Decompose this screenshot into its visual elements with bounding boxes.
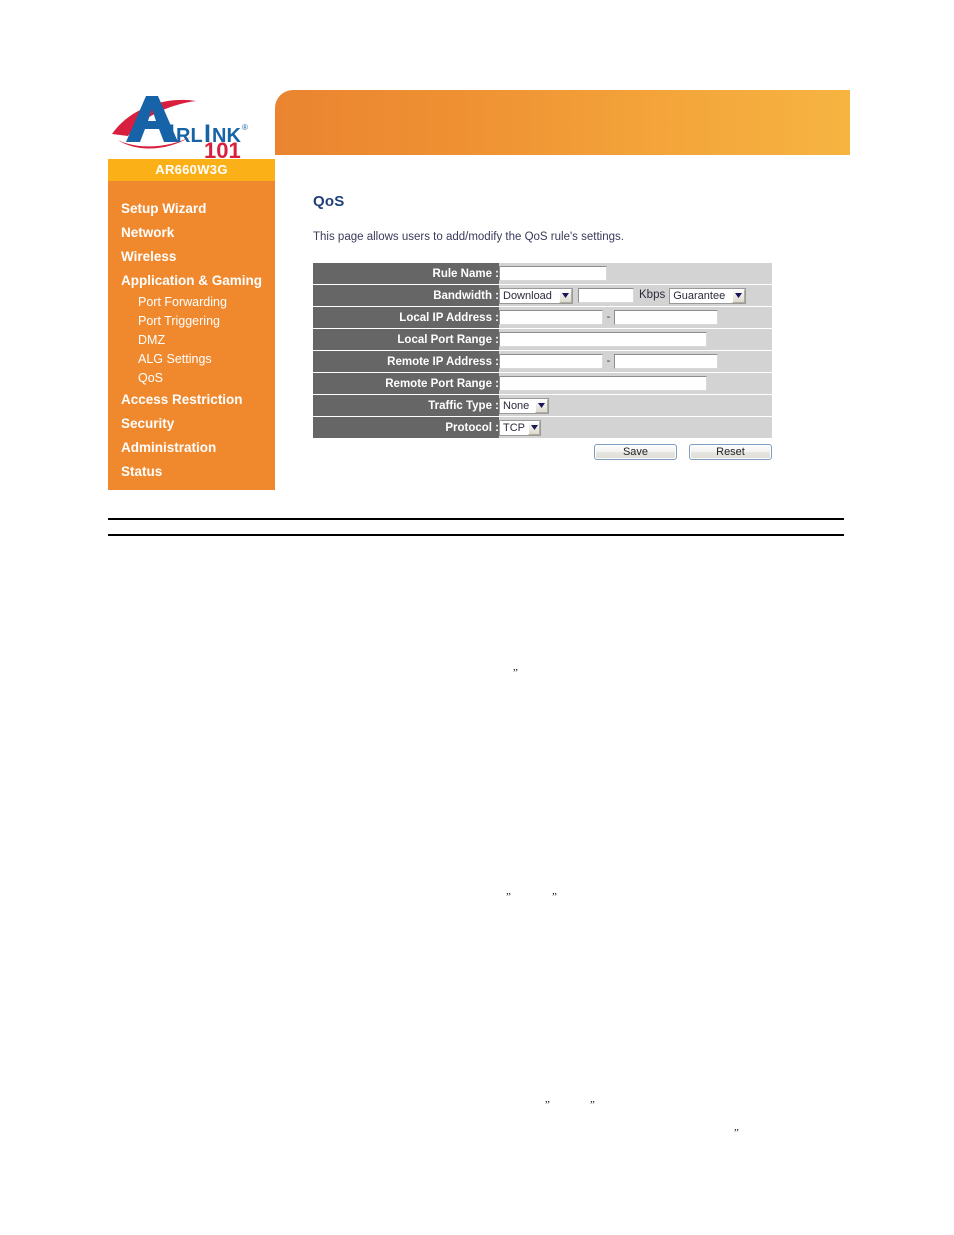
value-bandwidth: Download Kbps Guarantee bbox=[499, 284, 772, 307]
value-protocol: TCP bbox=[499, 416, 772, 439]
table-row-remote-port-range: Remote Port Range : bbox=[313, 372, 772, 395]
table-row-bandwidth: Bandwidth : Download Kbps Guarantee bbox=[313, 284, 772, 307]
sidebar: AR660W3G Setup Wizard Network Wireless A… bbox=[108, 159, 275, 490]
stray-quote-glyph: ” bbox=[734, 1127, 739, 1139]
bandwidth-direction-select[interactable]: Download bbox=[499, 287, 573, 304]
sidebar-item-application-and-gaming[interactable]: Application & Gaming bbox=[108, 269, 275, 293]
local-ip-range-separator: - bbox=[606, 311, 611, 323]
sidebar-item-administration[interactable]: Administration bbox=[108, 436, 275, 460]
svg-text:RL: RL bbox=[176, 125, 203, 147]
save-button[interactable]: Save bbox=[594, 444, 677, 460]
sidebar-item-dmz[interactable]: DMZ bbox=[108, 331, 275, 350]
table-row-traffic-type: Traffic Type : None bbox=[313, 394, 772, 417]
label-local-port-range: Local Port Range : bbox=[313, 328, 499, 351]
table-row-local-ip-address: Local IP Address : - bbox=[313, 306, 772, 329]
svg-text:101: 101 bbox=[204, 138, 241, 158]
airlink-logo-svg: I RL I NK ® 101 bbox=[112, 96, 248, 158]
sidebar-nav: Setup Wizard Network Wireless Applicatio… bbox=[108, 181, 275, 484]
protocol-value: TCP bbox=[503, 421, 525, 434]
reset-button[interactable]: Reset bbox=[689, 444, 772, 460]
traffic-type-value: None bbox=[503, 399, 530, 412]
bandwidth-mode-value: Guarantee bbox=[673, 289, 726, 302]
svg-text:I: I bbox=[168, 120, 175, 148]
label-traffic-type: Traffic Type : bbox=[313, 394, 499, 417]
sidebar-item-port-forwarding[interactable]: Port Forwarding bbox=[108, 293, 275, 312]
local-port-range-input[interactable] bbox=[499, 332, 707, 347]
page-title: QoS bbox=[313, 193, 345, 210]
label-rule-name: Rule Name : bbox=[313, 262, 499, 285]
stray-quote-glyph: ” bbox=[506, 891, 511, 903]
chevron-down-icon bbox=[559, 288, 572, 303]
label-local-ip-address: Local IP Address : bbox=[313, 306, 499, 329]
table-row-protocol: Protocol : TCP bbox=[313, 416, 772, 439]
router-admin-panel: I RL I NK ® 101 AR660W3G Setup Wizard Ne… bbox=[108, 85, 850, 490]
sidebar-item-security[interactable]: Security bbox=[108, 412, 275, 436]
remote-ip-end-input[interactable] bbox=[614, 354, 718, 369]
value-traffic-type: None bbox=[499, 394, 772, 417]
table-row-local-port-range: Local Port Range : bbox=[313, 328, 772, 351]
label-remote-ip-address: Remote IP Address : bbox=[313, 350, 499, 373]
value-remote-ip-address: - bbox=[499, 350, 772, 373]
stray-quote-glyph: ” bbox=[545, 1099, 550, 1111]
sidebar-item-wireless[interactable]: Wireless bbox=[108, 245, 275, 269]
qos-settings-table: Rule Name : Bandwidth : Download Kbps Gu… bbox=[313, 262, 772, 439]
sidebar-item-status[interactable]: Status bbox=[108, 460, 275, 484]
main-content: QoS This page allows users to add/modify… bbox=[313, 193, 783, 466]
bandwidth-mode-select[interactable]: Guarantee bbox=[669, 287, 747, 304]
value-rule-name bbox=[499, 262, 772, 285]
value-local-ip-address: - bbox=[499, 306, 772, 329]
bandwidth-amount-input[interactable] bbox=[578, 288, 634, 303]
stray-quote-glyph: ” bbox=[513, 667, 518, 679]
airlink-logo: I RL I NK ® 101 bbox=[108, 90, 273, 158]
stray-quote-glyph: ” bbox=[590, 1099, 595, 1111]
page-description: This page allows users to add/modify the… bbox=[313, 231, 624, 243]
protocol-select[interactable]: TCP bbox=[499, 419, 541, 436]
sidebar-model-title: AR660W3G bbox=[108, 159, 275, 181]
chevron-down-icon bbox=[732, 288, 746, 303]
label-remote-port-range: Remote Port Range : bbox=[313, 372, 499, 395]
table-row-remote-ip-address: Remote IP Address : - bbox=[313, 350, 772, 373]
chevron-down-icon bbox=[528, 420, 540, 435]
bandwidth-unit-label: Kbps bbox=[639, 289, 666, 301]
document-divider-bottom bbox=[108, 534, 844, 536]
chevron-down-icon bbox=[535, 398, 548, 413]
sidebar-item-access-restriction[interactable]: Access Restriction bbox=[108, 388, 275, 412]
local-ip-end-input[interactable] bbox=[614, 310, 718, 325]
sidebar-item-qos[interactable]: QoS bbox=[108, 369, 275, 388]
label-protocol: Protocol : bbox=[313, 416, 499, 439]
local-ip-start-input[interactable] bbox=[499, 310, 603, 325]
label-bandwidth: Bandwidth : bbox=[313, 284, 499, 307]
sidebar-item-network[interactable]: Network bbox=[108, 221, 275, 245]
remote-port-range-input[interactable] bbox=[499, 376, 707, 391]
sidebar-item-setup-wizard[interactable]: Setup Wizard bbox=[108, 197, 275, 221]
stray-quote-glyph: ” bbox=[552, 891, 557, 903]
svg-text:®: ® bbox=[242, 123, 248, 132]
form-button-row: Save Reset bbox=[313, 444, 772, 466]
remote-ip-start-input[interactable] bbox=[499, 354, 603, 369]
traffic-type-select[interactable]: None bbox=[499, 397, 549, 414]
header-banner bbox=[275, 90, 850, 155]
table-row-rule-name: Rule Name : bbox=[313, 262, 772, 285]
bandwidth-direction-value: Download bbox=[503, 289, 552, 302]
rule-name-input[interactable] bbox=[499, 266, 607, 281]
remote-ip-range-separator: - bbox=[606, 355, 611, 367]
sidebar-item-alg-settings[interactable]: ALG Settings bbox=[108, 350, 275, 369]
value-remote-port-range bbox=[499, 372, 772, 395]
value-local-port-range bbox=[499, 328, 772, 351]
document-divider-top bbox=[108, 518, 844, 520]
sidebar-item-port-triggering[interactable]: Port Triggering bbox=[108, 312, 275, 331]
